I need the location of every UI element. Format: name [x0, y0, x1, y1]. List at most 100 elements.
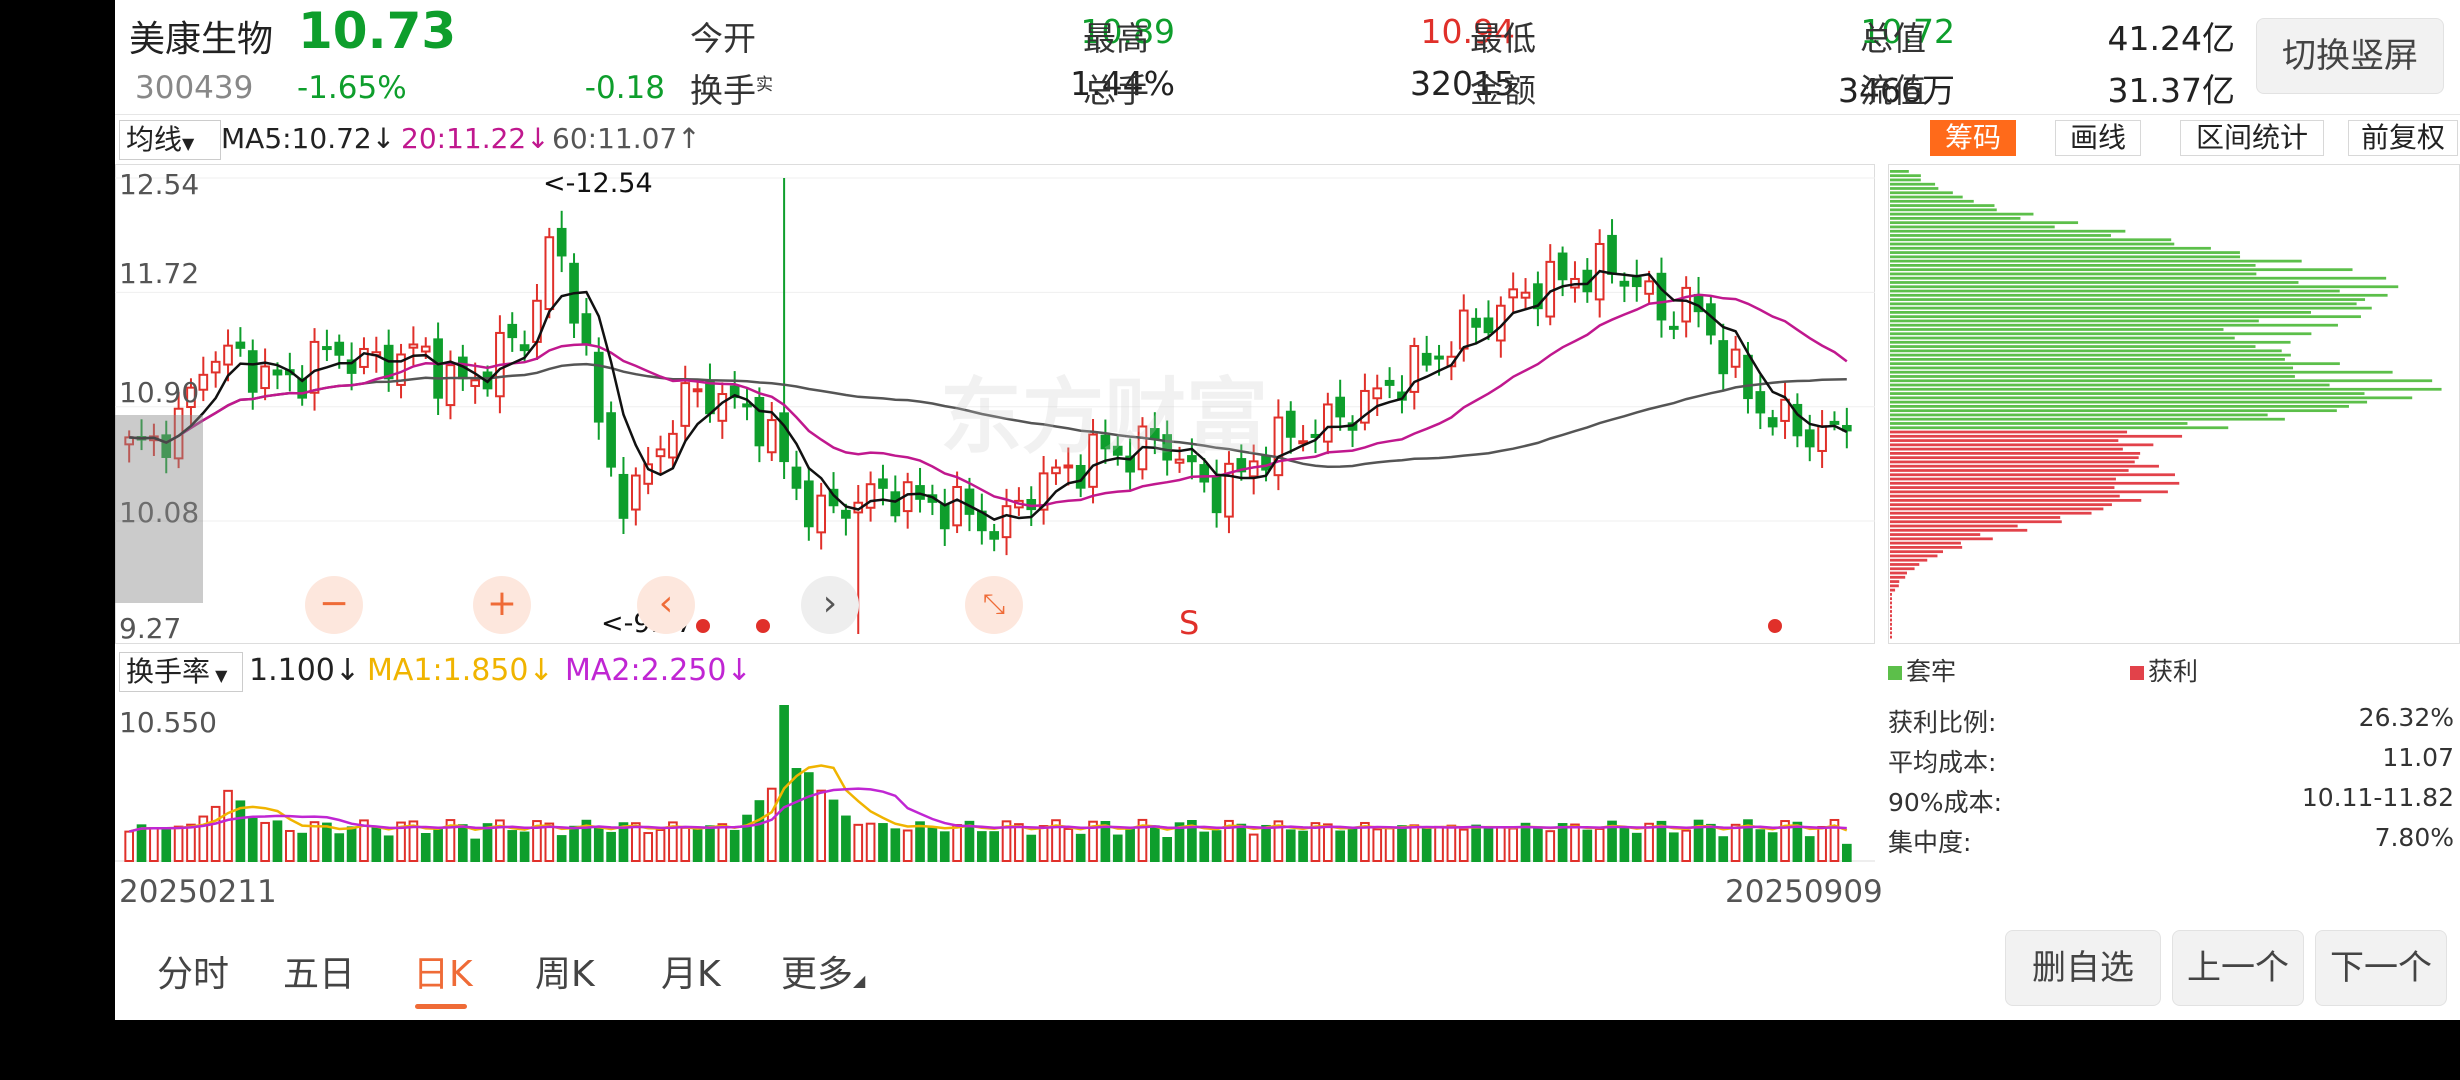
candle-body	[680, 382, 691, 427]
turnover-bar	[1026, 834, 1037, 863]
turnover-bar	[1817, 825, 1827, 862]
remove-watchlist-button[interactable]: 删自选	[2005, 930, 2161, 1006]
turnover-bar	[223, 789, 233, 862]
indicator-selector[interactable]: 换手率 ▼	[119, 652, 243, 692]
current-price: 10.73	[298, 2, 457, 60]
chip-bar-profit	[1890, 447, 2123, 451]
dropdown-icon: ▼	[182, 134, 195, 153]
watermark: 东方财富	[940, 370, 1269, 465]
turnover-bar	[1570, 823, 1580, 862]
tab-more: 更多◢	[781, 945, 865, 997]
chip-bar-profit	[1890, 464, 2159, 468]
turnover-bar	[606, 831, 616, 863]
chip-bar-trapped	[1890, 212, 2034, 216]
tab-monthly-k[interactable]: 月K	[661, 945, 721, 997]
chip-bar-trapped	[1890, 264, 2256, 267]
pan-right-icon[interactable]: ›	[801, 576, 859, 634]
switch-portrait-button[interactable]: 切换竖屏	[2256, 18, 2444, 94]
ma-selector[interactable]: 均线▼	[119, 120, 221, 160]
turnover-bar	[346, 826, 357, 862]
candle-body	[630, 474, 641, 511]
turnover-bar	[433, 828, 443, 863]
signal-dot	[756, 619, 770, 633]
candle-body	[1384, 379, 1395, 386]
signal-dot	[696, 619, 710, 633]
turnover-ma2: MA2:2.250↓	[565, 654, 752, 688]
candle-body	[1817, 425, 1827, 452]
candle-body	[556, 227, 567, 257]
selection-overlay[interactable]	[115, 415, 203, 603]
turnover-bar	[1199, 831, 1210, 862]
chip-bar-profit	[1890, 597, 1892, 601]
reset-zoom-icon[interactable]: ⤡	[965, 576, 1023, 634]
chip-bar-trapped	[1890, 409, 2337, 413]
zoom-in-icon[interactable]: +	[473, 576, 531, 634]
candle-body	[1631, 276, 1642, 288]
next-stock-button[interactable]: 下一个	[2315, 930, 2447, 1006]
turnover-bar	[334, 833, 345, 862]
candle-body	[1644, 280, 1654, 295]
candle-body	[1322, 403, 1333, 443]
high-annotation: <-12.54	[543, 168, 653, 199]
stat-concentration-label: 集中度:	[1888, 828, 1972, 857]
candle-body	[1471, 317, 1481, 328]
tab-weekly-k[interactable]: 周K	[535, 945, 595, 997]
tab-draw[interactable]: 画线	[2055, 120, 2141, 156]
turnover-bar	[742, 814, 752, 862]
chip-bar-trapped	[1890, 182, 1936, 186]
turnover-bar	[853, 823, 864, 862]
tab-daily-k[interactable]: 日K	[413, 945, 473, 997]
change-percent: -1.65%	[297, 70, 407, 106]
turnover-bar	[630, 822, 641, 863]
candle-body	[544, 236, 555, 311]
candle-body	[655, 448, 666, 458]
chip-bar-profit	[1890, 537, 1993, 541]
chip-bar-trapped	[1890, 358, 2285, 361]
tab-range-stats[interactable]: 区间统计	[2180, 120, 2324, 156]
candle-body	[470, 379, 481, 387]
turnover-bar	[890, 828, 901, 863]
tab-chips[interactable]: 筹码	[1930, 120, 2016, 156]
chip-bar-profit	[1890, 452, 2141, 455]
turnover-chart[interactable]	[115, 696, 1875, 866]
turnover-bar	[519, 831, 530, 862]
turnover-bar	[989, 831, 1000, 863]
ma-selector-label: 均线	[126, 123, 183, 156]
tab-adjust[interactable]: 前复权	[2348, 120, 2458, 156]
turnover-bar	[1236, 823, 1247, 863]
turnover-bar	[1125, 827, 1135, 862]
ma20-arrow: ↓	[526, 122, 550, 155]
chip-bar-trapped	[1890, 268, 2353, 272]
chip-distribution-chart[interactable]	[1888, 164, 2460, 644]
turnover-bar	[371, 826, 382, 862]
chip-bar-trapped	[1890, 328, 2224, 331]
chip-bar-trapped	[1890, 345, 2256, 348]
turnover-bar	[297, 832, 308, 862]
pan-left-icon[interactable]: ‹	[637, 576, 695, 634]
candle-body	[420, 345, 431, 353]
tab-more-label[interactable]: 更多	[781, 954, 853, 995]
tab-five-day[interactable]: 五日	[283, 945, 355, 997]
turnover-bar	[260, 821, 270, 862]
zoom-out-icon[interactable]: −	[305, 576, 363, 634]
chip-bar-profit	[1890, 494, 2120, 498]
app-window: 美康生物 10.73 300439 -1.65% -0.18 今开 10.89 …	[115, 0, 2460, 1020]
chip-bar-trapped	[1890, 332, 2312, 336]
turnover-bar	[1162, 837, 1173, 863]
chip-bar-profit	[1890, 614, 1892, 618]
chip-bar-profit	[1890, 473, 2175, 477]
chip-bar-trapped	[1890, 272, 2257, 276]
chip-bar-trapped	[1890, 383, 2330, 387]
turnover-ma2-value: MA2:2.250	[565, 653, 727, 688]
turnover-bar	[1322, 823, 1333, 863]
turnover-bar	[878, 823, 888, 862]
turnover-bar	[915, 821, 925, 863]
prev-stock-button[interactable]: 上一个	[2172, 930, 2304, 1006]
tab-intraday[interactable]: 分时	[157, 945, 229, 997]
chip-bar-trapped	[1890, 336, 2235, 340]
candle-body	[260, 365, 270, 390]
turnover-bar	[272, 820, 283, 862]
candle-body	[223, 344, 233, 366]
turnover-ma2-line	[128, 787, 1847, 833]
candle-body	[1421, 352, 1432, 366]
